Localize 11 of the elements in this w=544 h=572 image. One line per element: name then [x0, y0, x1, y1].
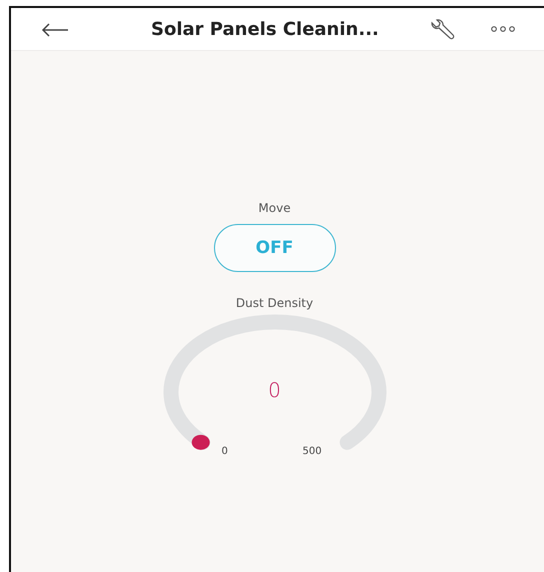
more-options-icon[interactable]: [491, 26, 515, 32]
gauge-max-label: 500: [302, 446, 322, 457]
back-arrow-icon[interactable]: [41, 23, 69, 37]
gauge-label: Dust Density: [236, 296, 314, 310]
switch-label: Move: [258, 201, 291, 215]
move-toggle-button[interactable]: OFF: [214, 224, 336, 272]
screen-title: Solar Panels Cleanin...: [151, 19, 379, 40]
gauge-value: 0: [267, 378, 282, 402]
gauge-min-label: 0: [222, 446, 228, 457]
gauge-start-dot: [191, 434, 210, 450]
wrench-icon[interactable]: [429, 19, 455, 41]
